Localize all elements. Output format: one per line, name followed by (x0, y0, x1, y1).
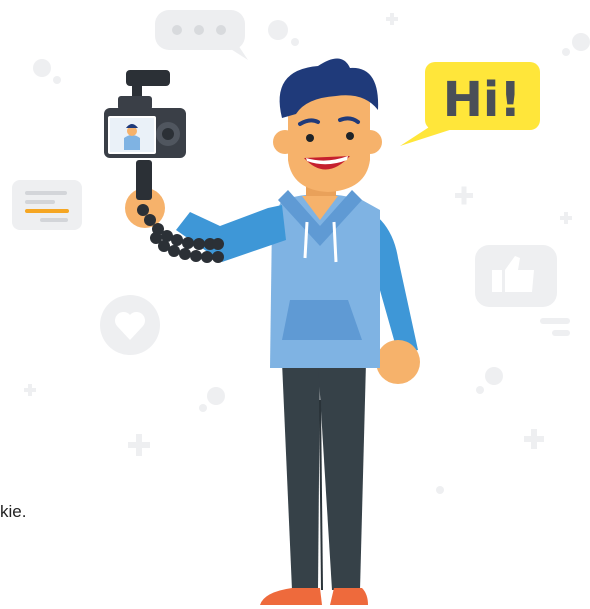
illustration-canvas: Hi! kie. (0, 0, 590, 609)
thumbs-up-icon (475, 245, 570, 336)
vlogger-scene: Hi! (12, 10, 590, 605)
ellipsis-chat-icon (155, 10, 248, 60)
shoes (260, 588, 368, 605)
hoodie (270, 190, 380, 368)
legs (282, 362, 366, 591)
speech-bubble: Hi! (400, 62, 540, 146)
cropped-caption-text: kie. (0, 502, 27, 521)
speech-bubble-text: Hi! (443, 72, 522, 128)
camera (104, 70, 186, 158)
text-lines-icon (12, 180, 82, 230)
camera-screen (108, 116, 156, 154)
head (273, 58, 382, 196)
heart-icon (100, 295, 160, 355)
